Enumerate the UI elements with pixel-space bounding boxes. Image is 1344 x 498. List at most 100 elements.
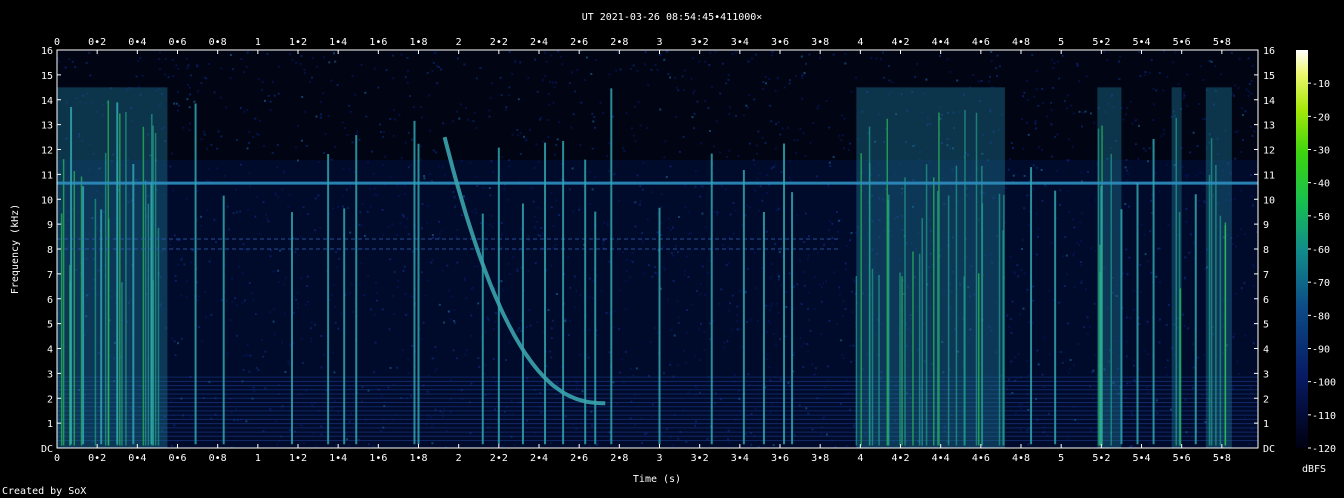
y-tick-label-left: 11 — [41, 170, 53, 181]
x-tick-label-top: 2 — [456, 37, 462, 48]
x-axis-label: Time (s) — [633, 474, 681, 485]
x-tick-label-bottom: 5 — [1058, 453, 1064, 464]
y-tick-label-right: 9 — [1263, 220, 1269, 231]
x-tick-label-top: 3 — [656, 37, 662, 48]
x-tick-label-top: 4•4 — [932, 37, 950, 48]
colorbar-tick-label: -60 — [1312, 245, 1330, 256]
y-tick-label-left: 7 — [47, 270, 53, 281]
y-tick-label-right: 16 — [1263, 46, 1275, 57]
y-tick-label-right: 7 — [1263, 270, 1269, 281]
x-tick-label-top: 5•8 — [1213, 37, 1231, 48]
x-tick-label-bottom: 3•8 — [811, 453, 829, 464]
y-tick-label-right: 6 — [1263, 295, 1269, 306]
x-tick-label-bottom: 3 — [656, 453, 662, 464]
x-tick-label-bottom: 1•6 — [369, 453, 387, 464]
x-tick-label-bottom: 3•2 — [691, 453, 709, 464]
x-tick-label-top: 2•4 — [530, 37, 548, 48]
y-tick-label-right: 5 — [1263, 320, 1269, 331]
colorbar-tick-label: -10 — [1312, 79, 1330, 90]
y-tick-label-right: 2 — [1263, 394, 1269, 405]
x-tick-label-bottom: 4•6 — [972, 453, 990, 464]
x-tick-label-bottom: 4 — [857, 453, 863, 464]
y-tick-label-right: 12 — [1263, 146, 1275, 157]
footer-credit: Created by SoX — [2, 486, 86, 497]
x-tick-label-bottom: 1•2 — [289, 453, 307, 464]
y-tick-label-right: 14 — [1263, 96, 1275, 107]
x-tick-label-top: 0 — [54, 37, 60, 48]
y-tick-label-left: 16 — [41, 46, 53, 57]
colorbar-tick-label: -40 — [1312, 179, 1330, 190]
x-tick-label-top: 1•2 — [289, 37, 307, 48]
x-tick-label-bottom: 0•6 — [168, 453, 186, 464]
colorbar-tick-label: -50 — [1312, 212, 1330, 223]
x-tick-label-bottom: 4•2 — [891, 453, 909, 464]
x-tick-label-bottom: 4•4 — [932, 453, 950, 464]
y-tick-label-left: 5 — [47, 320, 53, 331]
x-tick-label-bottom: 0•4 — [128, 453, 146, 464]
x-tick-label-top: 0•2 — [88, 37, 106, 48]
x-tick-label-bottom: 5•6 — [1173, 453, 1191, 464]
x-tick-label-top: 3•8 — [811, 37, 829, 48]
y-tick-label-right: 10 — [1263, 195, 1275, 206]
y-tick-label-left: 3 — [47, 369, 53, 380]
x-tick-label-bottom: 0 — [54, 453, 60, 464]
y-tick-label-left: 12 — [41, 146, 53, 157]
x-tick-label-top: 4•8 — [1012, 37, 1030, 48]
colorbar-label: dBFS — [1302, 464, 1326, 475]
colorbar — [1296, 50, 1308, 448]
x-tick-label-top: 3•4 — [731, 37, 749, 48]
x-tick-label-top: 2•8 — [610, 37, 628, 48]
x-tick-label-top: 4 — [857, 37, 863, 48]
y-tick-label-right: 15 — [1263, 71, 1275, 82]
x-tick-label-top: 5 — [1058, 37, 1064, 48]
y-tick-label-right: 4 — [1263, 345, 1269, 356]
colorbar-tick-label: -20 — [1312, 112, 1330, 123]
x-tick-label-bottom: 2•6 — [570, 453, 588, 464]
x-tick-label-bottom: 4•8 — [1012, 453, 1030, 464]
x-tick-label-top: 5•2 — [1092, 37, 1110, 48]
y-tick-label-left: 10 — [41, 195, 53, 206]
x-tick-label-top: 5•4 — [1132, 37, 1150, 48]
y-tick-label-left: 4 — [47, 345, 53, 356]
colorbar-tick-label: -120 — [1312, 444, 1336, 455]
spectrogram-chart: UT 2021-03-26 08:54:45•411000× 0 0•2 0•4 0•… — [2, 12, 1336, 497]
y-tick-label-left: 15 — [41, 71, 53, 82]
x-tick-label-top: 1•4 — [329, 37, 347, 48]
x-tick-label-top: 3•2 — [691, 37, 709, 48]
x-tick-label-bottom: 2 — [456, 453, 462, 464]
x-tick-label-top: 2•6 — [570, 37, 588, 48]
y-tick-label-left: 14 — [41, 96, 53, 107]
y-tick-label-left: 6 — [47, 295, 53, 306]
x-tick-label-bottom: 3•4 — [731, 453, 749, 464]
y-tick-label-left: 13 — [41, 121, 53, 132]
x-tick-label-top: 2•2 — [490, 37, 508, 48]
x-tick-label-top: 1•8 — [409, 37, 427, 48]
x-tick-label-bottom: 2•4 — [530, 453, 548, 464]
y-tick-label-left: DC — [41, 444, 53, 455]
colorbar-tick-label: -100 — [1312, 378, 1336, 389]
x-tick-label-bottom: 5•2 — [1092, 453, 1110, 464]
colorbar-tick-label: -80 — [1312, 311, 1330, 322]
x-tick-label-top: 4•6 — [972, 37, 990, 48]
colorbar-tick-label: -110 — [1312, 411, 1336, 422]
y-tick-label-right: 3 — [1263, 369, 1269, 380]
y-tick-label-left: 2 — [47, 394, 53, 405]
y-tick-label-left: 1 — [47, 419, 53, 430]
x-tick-label-bottom: 5•4 — [1132, 453, 1150, 464]
plot-area — [57, 50, 1258, 448]
x-tick-label-bottom: 0•8 — [209, 453, 227, 464]
y-tick-label-left: 9 — [47, 220, 53, 231]
x-tick-label-bottom: 1•8 — [409, 453, 427, 464]
x-tick-label-bottom: 5•8 — [1213, 453, 1231, 464]
x-tick-label-bottom: 1•4 — [329, 453, 347, 464]
x-tick-label-top: 0•4 — [128, 37, 146, 48]
y-tick-label-left: 8 — [47, 245, 53, 256]
chart-title: UT 2021-03-26 08:54:45•411000× — [582, 12, 763, 23]
colorbar-tick-label: -70 — [1312, 278, 1330, 289]
x-tick-label-bottom: 3•6 — [771, 453, 789, 464]
y-tick-label-right: 11 — [1263, 170, 1275, 181]
colorbar-tick-label: -30 — [1312, 146, 1330, 157]
y-tick-label-right: DC — [1263, 444, 1275, 455]
x-tick-label-bottom: 2•2 — [490, 453, 508, 464]
x-tick-label-top: 5•6 — [1173, 37, 1191, 48]
